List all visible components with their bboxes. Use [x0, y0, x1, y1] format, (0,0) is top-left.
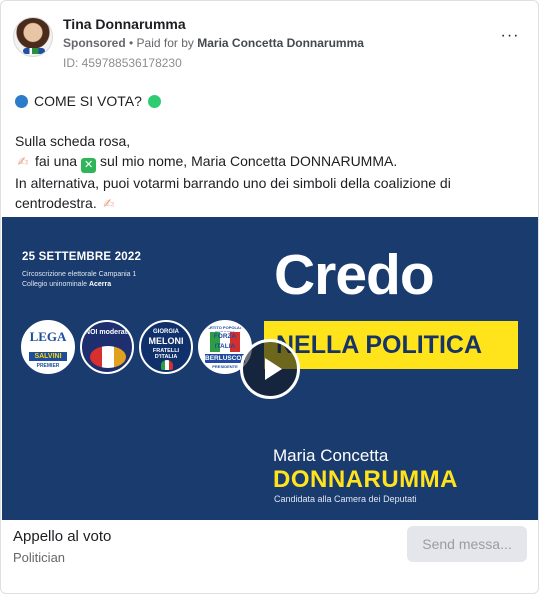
- play-button[interactable]: [240, 339, 300, 399]
- constituency-name: Acerra: [88, 281, 112, 288]
- constituency-line-2: Collegio uninominale Acerra: [22, 280, 136, 290]
- tricolor-flame-icon: [161, 360, 173, 370]
- constituency-line-1: Circoscrizione elettorale Campania 1: [22, 271, 137, 278]
- body-question: COME SI VOTA?: [34, 93, 142, 109]
- noi-logo-title: NOI moderati: [85, 329, 129, 336]
- election-date: 25 SETTEMBRE 2022: [22, 251, 142, 263]
- blue-circle-icon: [15, 95, 28, 108]
- green-circle-icon: [147, 95, 161, 108]
- fdi-logo-last: MELONI: [148, 336, 184, 346]
- body-line-2: Sulla scheda rosa,: [15, 133, 131, 149]
- lega-logo: LEGA SALVINI PREMIER: [21, 320, 75, 374]
- noi-moderati-logo: NOI moderati: [80, 320, 134, 374]
- fi-logo-title: FORZA ITALIA: [210, 332, 240, 352]
- ad-id: ID: 459788536178230: [63, 56, 182, 70]
- constituency-info: Circoscrizione elettorale Campania 1 Col…: [22, 270, 136, 290]
- cta-title: Appello al voto: [13, 528, 112, 545]
- fratelli-ditalia-logo: GIORGIA MELONI FRATELLI D'ITALIA: [139, 320, 193, 374]
- constituency-prefix: Collegio uninominale: [22, 281, 89, 288]
- sponsored-line: Sponsored • Paid for by Maria Concetta D…: [63, 36, 364, 50]
- body-line-3a: fai una: [35, 153, 78, 169]
- writing-hand-icon: ✍: [17, 154, 29, 169]
- avatar-badge: [23, 48, 45, 54]
- candidate-role: Candidata alla Camera dei Deputati: [274, 494, 417, 504]
- body-line-4: In alternativa, puoi votarmi barrando un…: [15, 173, 520, 214]
- ad-card: Tina Donnarumma Sponsored • Paid for by …: [0, 0, 539, 594]
- noi-logo-emblem: [90, 346, 126, 368]
- body-line-3b: sul mio nome, Maria Concetta DONNARUMMA.: [100, 153, 398, 169]
- lega-logo-sub: PREMIER: [36, 363, 60, 369]
- cross-mark-icon: ✕: [81, 158, 97, 173]
- lega-logo-title: LEGA: [29, 329, 67, 344]
- subheadline-banner: NELLA POLITICA: [264, 321, 518, 369]
- sponsored-label: Sponsored: [63, 36, 126, 50]
- page-name[interactable]: Tina Donnarumma: [63, 16, 186, 32]
- paid-for-label: Paid for by: [136, 36, 198, 50]
- body-line-1: COME SI VOTA?: [15, 91, 520, 111]
- send-message-button[interactable]: Send messa...: [407, 526, 527, 562]
- more-options-icon[interactable]: ···: [498, 28, 522, 47]
- lega-logo-name: SALVINI: [29, 352, 67, 361]
- ad-body-text: COME SI VOTA? Sulla scheda rosa, ✍ fai un…: [15, 91, 520, 214]
- fdi-logo-first: GIORGIA: [152, 329, 179, 335]
- fdi-logo-party: FRATELLI D'ITALIA: [152, 348, 180, 360]
- payer-name: Maria Concetta Donnarumma: [197, 36, 364, 50]
- body-line-3: ✍ fai una ✕ sul mio nome, Maria Concetta DO…: [15, 151, 520, 173]
- avatar[interactable]: [13, 17, 53, 57]
- body-line-4-text: In alternativa, puoi votarmi barrando un…: [15, 175, 451, 211]
- page-category: Politician: [13, 550, 66, 565]
- fi-logo-name: BERLUSCONI: [205, 354, 248, 363]
- play-icon: [265, 358, 282, 380]
- separator: •: [125, 36, 137, 50]
- ad-header: Tina Donnarumma Sponsored • Paid for by …: [13, 13, 526, 73]
- ad-video[interactable]: 25 SETTEMBRE 2022 Circoscrizione elettor…: [2, 217, 538, 520]
- candidate-first-name: Maria Concetta: [273, 446, 389, 465]
- headline: Credo: [274, 243, 435, 307]
- writing-hand-icon-2: ✍: [103, 196, 115, 211]
- candidate-last-name: DONNARUMMA: [273, 466, 458, 493]
